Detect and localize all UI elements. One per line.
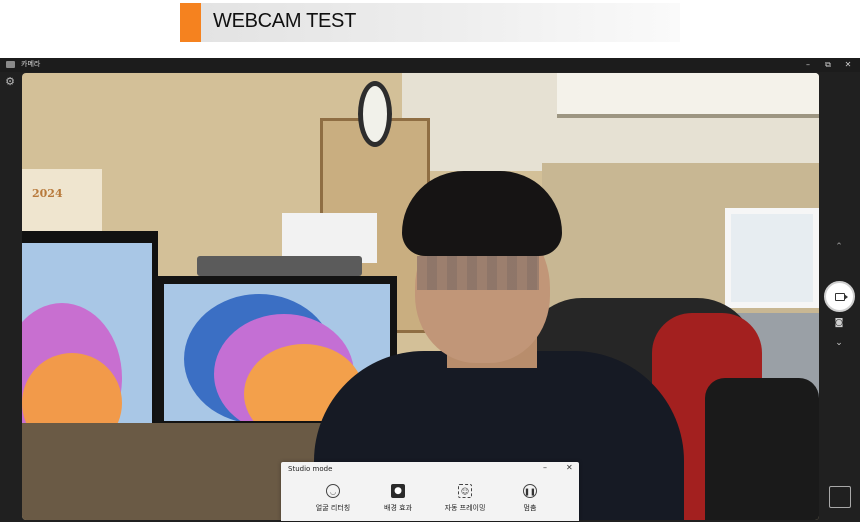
effect-label: 배경 효과 xyxy=(384,504,412,512)
banner-accent-bar xyxy=(180,3,201,42)
scene-monitor-left-screen xyxy=(22,243,152,440)
page-root: WEBCAM TEST 카메라 – ⧉ ✕ ⚙ 2024 ⌃ ◙ ⌄ Studi… xyxy=(0,0,860,522)
scene-desk xyxy=(22,423,322,520)
scene-calendar-text: 2024 xyxy=(32,187,63,200)
face-retouch-icon: ◡ xyxy=(326,484,340,498)
gear-icon[interactable]: ⚙ xyxy=(4,76,16,88)
studio-mode-title: Studio mode xyxy=(288,465,333,473)
effect-auto-framing-button[interactable]: ☺ 자동 프레이밍 xyxy=(435,484,495,518)
window-maximize-button[interactable]: ⧉ xyxy=(818,58,838,72)
scene-wall-clock xyxy=(358,81,392,147)
camera-preview: 2024 xyxy=(22,73,819,520)
effect-face-retouch-button[interactable]: ◡ 얼굴 리터칭 xyxy=(303,484,363,518)
studio-mode-panel: Studio mode – ✕ ◡ 얼굴 리터칭 ● 배경 효과 ☺ 자동 프레… xyxy=(281,462,579,521)
scene-bag xyxy=(705,378,819,520)
effect-label: 멈춤 xyxy=(523,504,537,512)
effect-background-button[interactable]: ● 배경 효과 xyxy=(368,484,428,518)
studio-minimize-button[interactable]: – xyxy=(543,463,547,472)
scene-ceiling-light xyxy=(557,73,819,118)
privacy-blur xyxy=(417,256,539,290)
effect-label: 자동 프레이밍 xyxy=(444,504,486,512)
effect-pause-button[interactable]: ❚❚ 멈춤 xyxy=(500,484,560,518)
studio-close-button[interactable]: ✕ xyxy=(566,463,573,472)
camera-icon[interactable]: ◙ xyxy=(833,318,845,329)
webcam-test-banner: WEBCAM TEST xyxy=(180,3,680,42)
scene-monitor-left xyxy=(22,231,158,446)
chevron-down-icon[interactable]: ⌄ xyxy=(832,337,846,349)
window-title: 카메라 xyxy=(21,60,41,68)
camera-app-window: 카메라 – ⧉ ✕ ⚙ 2024 ⌃ ◙ ⌄ Studio mode – ✕ ◡… xyxy=(0,58,860,522)
record-video-button[interactable] xyxy=(824,281,855,312)
pause-icon: ❚❚ xyxy=(523,484,537,498)
background-effect-icon: ● xyxy=(391,484,405,498)
scene-window xyxy=(725,208,819,308)
video-camera-lens-icon xyxy=(844,294,848,300)
window-titlebar: 카메라 – ⧉ ✕ xyxy=(0,58,860,72)
window-close-button[interactable]: ✕ xyxy=(838,58,858,72)
banner-title: WEBCAM TEST xyxy=(213,10,357,32)
window-minimize-button[interactable]: – xyxy=(798,58,818,72)
gallery-thumbnail-button[interactable] xyxy=(829,486,851,508)
auto-framing-icon: ☺ xyxy=(458,484,472,498)
scene-webcam-bar xyxy=(197,256,362,276)
chevron-up-icon[interactable]: ⌃ xyxy=(832,241,846,253)
scene-person-hair xyxy=(402,171,562,256)
camera-app-icon xyxy=(6,61,15,68)
effect-label: 얼굴 리터칭 xyxy=(315,504,351,512)
